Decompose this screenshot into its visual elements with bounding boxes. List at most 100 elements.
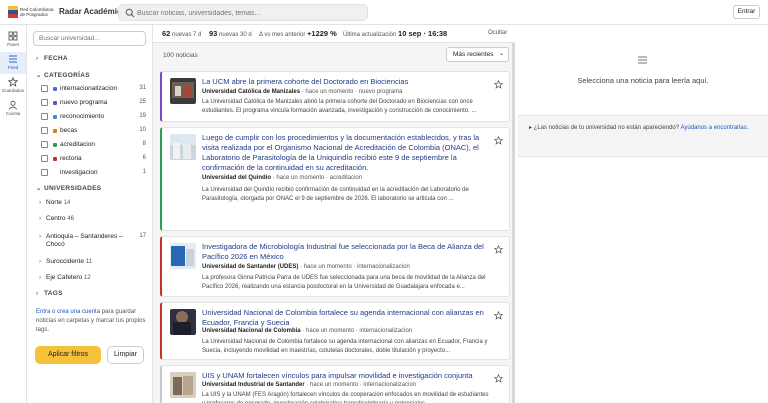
save-star-icon[interactable]	[494, 374, 503, 383]
category-count: 31	[139, 85, 146, 91]
category-checkbox[interactable]	[41, 155, 48, 162]
nav-item-saved[interactable]: Guardados	[0, 75, 26, 97]
news-title[interactable]: UIS y UNAM fortalecen vínculos para impu…	[202, 371, 487, 381]
user-icon	[8, 100, 18, 110]
global-search[interactable]	[118, 4, 368, 21]
news-source[interactable]: Universidad Industrial de Santander	[202, 382, 305, 388]
news-card[interactable]: UIS y UNAM fortalecen vínculos para impu…	[160, 365, 510, 403]
news-tag[interactable]: internacionalizacion	[359, 328, 412, 334]
category-label: acreditacion	[60, 141, 96, 148]
nav-item-account[interactable]: Cuenta	[0, 98, 26, 120]
region-count: 17	[139, 233, 146, 239]
reader-pane: Selecciona una noticia para leerla aquí.…	[518, 25, 768, 403]
news-tag[interactable]: internacionalizacion	[363, 382, 416, 388]
category-label: internacionalizacion	[60, 85, 118, 92]
category-checkbox[interactable]	[41, 99, 48, 106]
news-card[interactable]: Universidad Nacional de Colombia fortale…	[160, 302, 510, 360]
news-excerpt: La UIS y la UNAM (FES Aragón) fortalecen…	[202, 392, 489, 403]
apply-filters-button[interactable]: Aplicar filtros	[35, 346, 101, 364]
news-meta: Universidad de Santander (UDES) · hace u…	[202, 264, 410, 270]
hide-stats-button[interactable]: Ocultar	[488, 30, 507, 36]
stat-new-30d: 93 nuevas 30 d	[209, 29, 252, 38]
news-excerpt: La Universidad Católica de Manizales abr…	[202, 99, 477, 114]
save-star-icon[interactable]	[494, 80, 503, 89]
region-count: 14	[63, 200, 71, 206]
nav-item-label: Feed	[7, 65, 19, 70]
news-source[interactable]: Universidad Católica de Manizales	[202, 89, 300, 95]
missing-news-tip[interactable]: ▸ ¿Las noticias de tu universidad no est…	[518, 115, 768, 157]
news-title[interactable]: Universidad Nacional de Colombia fortale…	[202, 308, 487, 328]
nav-item-panel[interactable]: Panel	[0, 29, 26, 51]
global-search-input[interactable]	[137, 7, 362, 19]
category-label: reconocimiento	[60, 113, 105, 120]
tip-text: ▸ ¿Las noticias de tu universidad no est…	[529, 125, 681, 131]
news-card[interactable]: Investigadora de Microbiología Industria…	[160, 236, 510, 297]
category-item-reconocimiento[interactable]: reconocimiento 19	[41, 113, 149, 123]
category-checkbox[interactable]	[41, 127, 48, 134]
news-title[interactable]: La UCM abre la primera cohorte del Docto…	[202, 77, 487, 87]
news-thumbnail	[170, 134, 196, 160]
chevron-down-icon: ⌄	[498, 51, 504, 57]
sort-select[interactable]: Más recientes ⌄	[446, 47, 509, 62]
nav-item-feed[interactable]: Feed	[0, 52, 26, 74]
category-color-dot	[53, 87, 57, 91]
category-color-dot	[53, 143, 57, 147]
section-universities[interactable]: ⌄ UNIVERSIDADES	[36, 184, 101, 192]
section-tags[interactable]: › TAGS	[36, 290, 63, 297]
news-tag[interactable]: acreditacion	[330, 175, 362, 181]
section-date[interactable]: › FECHA	[36, 55, 68, 62]
category-color-dot	[53, 171, 57, 175]
login-link[interactable]: Entra o crea una cuenta	[36, 309, 100, 315]
clear-filters-button[interactable]: Limpiar	[107, 346, 144, 364]
save-star-icon[interactable]	[494, 245, 503, 254]
category-checkbox[interactable]	[41, 141, 48, 148]
category-item-investigacion[interactable]: investigacion 1	[41, 169, 149, 179]
news-meta: Universidad Industrial de Santander · ha…	[202, 382, 417, 388]
save-star-icon[interactable]	[494, 311, 503, 320]
tip-help-link[interactable]: Ayúdanos a encontrarlas.	[680, 125, 748, 131]
region-item-antioquia[interactable]: › Antioquia – Santanderes – Chocó 17	[39, 233, 149, 251]
star-icon	[8, 77, 18, 87]
news-source[interactable]: Universidad Nacional de Colombia	[202, 328, 301, 334]
category-item-acreditacion[interactable]: acreditacion 8	[41, 141, 149, 151]
news-tag[interactable]: nuevo programa	[359, 89, 403, 95]
nav-item-label: Panel	[7, 42, 19, 47]
category-item-internacionalizacion[interactable]: internacionalizacion 31	[41, 85, 149, 95]
news-title[interactable]: Investigadora de Microbiología Industria…	[202, 242, 487, 262]
chevron-right-icon: ›	[39, 199, 42, 206]
news-tag[interactable]: internacionalizacion	[357, 264, 410, 270]
region-label: Centro	[46, 215, 66, 222]
chevron-right-icon: ›	[39, 274, 42, 281]
chevron-right-icon: ›	[36, 55, 39, 62]
category-item-becas[interactable]: becas 10	[41, 127, 149, 137]
login-note: Entra o crea una cuenta para guardar not…	[36, 308, 148, 335]
brand-name-line2: de Posgrados	[20, 12, 48, 17]
news-source[interactable]: Universidad de Santander (UDES)	[202, 264, 298, 270]
news-feed: 62 nuevas 7 d 93 nuevas 30 d Δ vs mes an…	[153, 25, 515, 403]
save-star-icon[interactable]	[494, 136, 503, 145]
category-checkbox[interactable]	[41, 169, 48, 176]
news-time: hace un momento	[310, 382, 359, 388]
news-meta: Universidad Nacional de Colombia · hace …	[202, 328, 413, 334]
chevron-right-icon: ›	[36, 290, 39, 297]
news-card[interactable]: La UCM abre la primera cohorte del Docto…	[160, 71, 510, 122]
category-checkbox[interactable]	[41, 85, 48, 92]
news-source[interactable]: Universidad del Quindío	[202, 175, 271, 181]
section-categories[interactable]: ⌄ CATEGORÍAS	[36, 71, 90, 79]
category-item-nuevo-programa[interactable]: nuevo programa 25	[41, 99, 149, 109]
news-time: hace un momento	[276, 175, 325, 181]
signin-button[interactable]: Entrar	[733, 5, 760, 19]
news-title[interactable]: Luego de cumplir con los procedimientos …	[202, 133, 487, 173]
region-label-line2: Chocó	[46, 241, 65, 248]
category-checkbox[interactable]	[41, 113, 48, 120]
news-card[interactable]: Luego de cumplir con los procedimientos …	[160, 127, 510, 231]
category-item-rectoria[interactable]: rectoria 6	[41, 155, 149, 165]
region-label: Norte	[46, 199, 62, 206]
stat-new-7d: 62 nuevas 7 d	[162, 29, 202, 38]
brand-logo[interactable]: Red Colombiana de Posgrados	[8, 6, 54, 19]
university-search-input[interactable]	[33, 31, 146, 46]
category-color-dot	[53, 115, 57, 119]
news-excerpt: La Universidad Nacional de Colombia fort…	[202, 339, 488, 354]
news-thumbnail	[170, 78, 196, 104]
search-icon	[125, 8, 135, 18]
